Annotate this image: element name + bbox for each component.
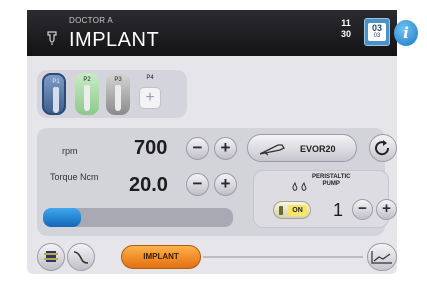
- speed-decrease-button[interactable]: −: [186, 137, 209, 160]
- graph-button[interactable]: [367, 243, 397, 271]
- instrument-p1[interactable]: P1: [42, 73, 66, 115]
- instrument-label: P1: [52, 79, 60, 85]
- toggle-indicator: [279, 206, 283, 215]
- bur-icon: [115, 85, 121, 111]
- implant-mode-button[interactable]: IMPLANT: [121, 245, 201, 269]
- handpiece-label: EVOR20: [300, 144, 336, 154]
- faucet-icon: [47, 31, 57, 45]
- add-instrument-icon: +: [139, 87, 161, 109]
- bur-icon: [84, 85, 90, 111]
- calendar-icon[interactable]: 03 03: [364, 18, 390, 46]
- pump-level: 1: [333, 200, 344, 220]
- pump-toggle[interactable]: ON: [273, 201, 311, 219]
- bur-icon: [53, 87, 59, 113]
- calendar-page: 03 03: [368, 23, 386, 41]
- bottom-divider: [203, 256, 363, 258]
- progress-bar: [43, 208, 233, 227]
- pump-increase-button[interactable]: +: [376, 199, 397, 220]
- clock-hours: 11: [341, 18, 351, 28]
- instrument-label: P3: [114, 77, 122, 83]
- tube-button[interactable]: [67, 243, 95, 271]
- torque-value: 20.0: [129, 174, 168, 196]
- handpiece-button[interactable]: EVOR20: [247, 134, 357, 162]
- info-icon[interactable]: i: [394, 20, 418, 46]
- instrument-label: P4: [146, 75, 154, 81]
- torque-decrease-button[interactable]: −: [186, 173, 209, 196]
- speed-increase-button[interactable]: +: [214, 137, 237, 160]
- pump-label: PERISTALTIC PUMP: [312, 174, 350, 188]
- clock-minutes: 30: [340, 29, 351, 39]
- doctor-name: DOCTOR A: [69, 16, 114, 25]
- pump-label-line1: PERISTALTIC: [312, 174, 351, 180]
- water-drops-icon: [292, 181, 307, 191]
- progress-fill: [43, 208, 81, 227]
- calendar-month: 03: [373, 33, 381, 39]
- instrument-p4[interactable]: P4 +: [138, 73, 162, 115]
- pump-label-line2: PUMP: [322, 181, 340, 187]
- handpiece-icon: [259, 144, 285, 156]
- reverse-rotation-icon: [375, 140, 390, 156]
- reverse-rotation-button[interactable]: [369, 134, 397, 162]
- instrument-p2[interactable]: P2: [75, 73, 99, 115]
- speed-value: 700: [134, 137, 168, 159]
- motor-icon: [44, 251, 58, 262]
- pump-decrease-button[interactable]: −: [352, 199, 373, 220]
- motor-button[interactable]: [37, 243, 65, 271]
- program-title: IMPLANT: [69, 29, 160, 51]
- graph-icon: [371, 251, 392, 264]
- speed-unit-label: rpm: [62, 146, 78, 156]
- instrument-label: P2: [83, 77, 91, 83]
- tube-icon: [73, 251, 89, 264]
- calendar-day: 03: [371, 23, 382, 33]
- clock: 11 30: [337, 18, 355, 40]
- torque-increase-button[interactable]: +: [214, 173, 237, 196]
- torque-label: Torque Ncm: [50, 172, 99, 182]
- pump-toggle-label: ON: [288, 205, 307, 216]
- instrument-p3[interactable]: P3: [106, 73, 130, 115]
